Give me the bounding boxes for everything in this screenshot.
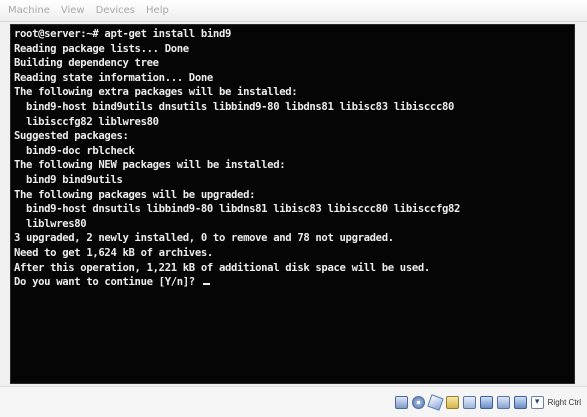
network-icon[interactable] xyxy=(479,395,493,409)
video-capture-icon[interactable] xyxy=(496,395,510,409)
mouse-integration-icon[interactable] xyxy=(513,395,527,409)
terminal-line: Need to get 1,624 kB of archives. xyxy=(14,246,213,259)
optical-drive-icon[interactable] xyxy=(411,395,425,409)
host-key-label: Right Ctrl xyxy=(547,397,581,407)
usb-icon[interactable] xyxy=(426,393,444,411)
text-cursor xyxy=(202,283,210,286)
virtualbox-window: Machine View Devices Help root@server:~#… xyxy=(0,0,587,417)
terminal-line: Reading state information... Done xyxy=(14,71,213,84)
keyboard-capture-icon[interactable]: ▾ xyxy=(530,395,544,409)
terminal-line: Building dependency tree xyxy=(14,57,159,70)
device-tray: ▾ Right Ctrl xyxy=(391,393,581,411)
terminal-line: bind9-host dnsutils libbind9-80 libdns81… xyxy=(14,203,461,216)
display-icon[interactable] xyxy=(462,395,476,409)
menu-machine[interactable]: Machine xyxy=(8,5,50,16)
terminal-line: The following NEW packages will be insta… xyxy=(14,159,286,172)
menu-devices[interactable]: Devices xyxy=(96,5,135,16)
terminal-console[interactable]: root@server:~# apt-get install bind9 Rea… xyxy=(10,24,575,384)
hard-disk-icon[interactable] xyxy=(394,395,408,409)
terminal-line: The following packages will be upgraded: xyxy=(14,188,256,201)
terminal-prompt-line: Do you want to continue [Y/n]? xyxy=(14,275,570,290)
terminal-line: libisccfg82 liblwres80 xyxy=(14,115,159,128)
terminal-line: Suggested packages: xyxy=(14,130,129,143)
shared-folders-icon[interactable] xyxy=(445,395,459,409)
terminal-line: bind9-doc rblcheck xyxy=(14,144,135,157)
terminal-line: root@server:~# apt-get install bind9 xyxy=(14,28,232,40)
terminal-line: 3 upgraded, 2 newly installed, 0 to remo… xyxy=(14,232,394,245)
status-bar: ▾ Right Ctrl xyxy=(0,386,587,417)
menu-help[interactable]: Help xyxy=(146,5,169,16)
terminal-line: bind9-host bind9utils dnsutils libbind9-… xyxy=(14,100,455,113)
terminal-line: Reading package lists... Done xyxy=(14,42,189,55)
menu-view[interactable]: View xyxy=(61,5,85,16)
terminal-line: After this operation, 1,221 kB of additi… xyxy=(14,261,430,274)
menu-bar: Machine View Devices Help xyxy=(0,0,587,22)
terminal-prompt: Do you want to continue [Y/n]? xyxy=(14,276,201,289)
terminal-line: liblwres80 xyxy=(14,217,87,230)
terminal-line: bind9 bind9utils xyxy=(14,173,123,186)
terminal-line: The following extra packages will be ins… xyxy=(14,86,298,99)
